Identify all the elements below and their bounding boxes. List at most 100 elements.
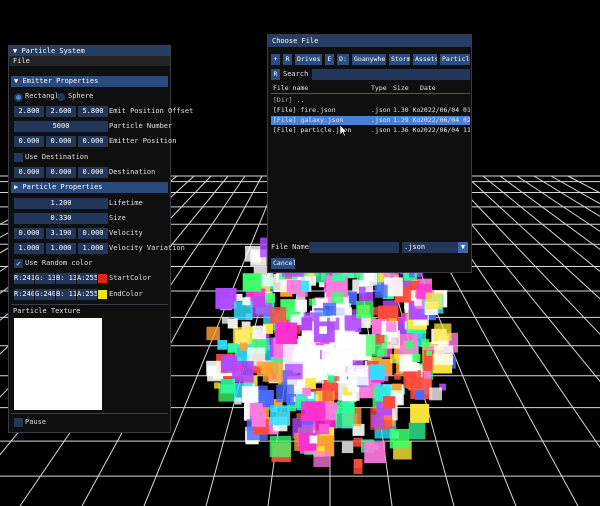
file-list-header: File name Type Size Date: [271, 84, 470, 94]
destination-x[interactable]: 0.000: [14, 167, 44, 178]
start-color-r[interactable]: R:241: [14, 273, 34, 284]
file-list: File name Type Size Date [Dir] .. [File]…: [269, 84, 470, 236]
emitter-position-y[interactable]: 0.000: [46, 136, 76, 147]
end-color-r[interactable]: R:240: [14, 289, 34, 300]
table-row[interactable]: [Dir] ..: [271, 96, 470, 105]
path-particlepro-button[interactable]: ParticlePro: [440, 54, 470, 65]
filter-value: .json: [404, 243, 426, 251]
path-storm-button[interactable]: Storm: [389, 54, 410, 65]
col-size[interactable]: Size: [393, 84, 409, 93]
use-destination-checkbox[interactable]: [14, 153, 23, 162]
destination-z[interactable]: 0.000: [78, 167, 108, 178]
particle-header-label: Particle Properties: [22, 183, 103, 191]
divider: [11, 304, 168, 305]
particle-number-input[interactable]: 5000: [14, 121, 108, 132]
col-date[interactable]: Date: [420, 84, 436, 93]
filter-select[interactable]: .json ▼: [402, 242, 468, 253]
use-random-color-checkbox[interactable]: ✔: [14, 259, 23, 268]
divider: [11, 413, 168, 414]
dialog-title[interactable]: Choose File: [268, 35, 471, 47]
search-reset-button[interactable]: R: [271, 69, 280, 80]
end-color-b[interactable]: B: 11: [56, 289, 76, 300]
particle-number-label: Particle Number: [109, 122, 173, 130]
choose-file-dialog: Choose File + R Drives E D: Goanywhere S…: [267, 34, 472, 273]
emitter-position-x[interactable]: 0.000: [14, 136, 44, 147]
velocity-variation-z[interactable]: 1.000: [78, 243, 108, 254]
path-add-button[interactable]: +: [271, 54, 280, 65]
file-size: 1.36 Ko: [393, 126, 421, 134]
path-assets-button[interactable]: Assets: [413, 54, 437, 65]
velocity-variation-label: Velocity Variation: [109, 244, 185, 252]
velocity-y[interactable]: 3.190: [46, 228, 76, 239]
velocity-variation-x[interactable]: 1.000: [14, 243, 44, 254]
radio-rectangle[interactable]: [14, 93, 23, 102]
size-label: Size: [109, 214, 126, 222]
col-file-name[interactable]: File name: [273, 84, 308, 93]
start-color-label: StartColor: [109, 274, 152, 282]
file-date: 2022/06/04 01:58: [420, 106, 470, 114]
file-name: [File] galaxy.json: [273, 116, 344, 124]
panel-title: Particle System: [21, 47, 85, 55]
lifetime-label: Lifetime: [109, 199, 143, 207]
file-type: .json: [371, 116, 391, 124]
use-destination-label: Use Destination: [25, 153, 89, 161]
table-row-selected[interactable]: [File] galaxy.json .json 1.29 Ko 2022/06…: [271, 116, 470, 125]
search-input[interactable]: [312, 69, 470, 80]
end-color-label: EndColor: [109, 290, 143, 298]
panel-title-bar[interactable]: ▼ Particle System: [9, 46, 170, 56]
destination-label: Destination: [109, 168, 156, 176]
velocity-variation-y[interactable]: 1.000: [46, 243, 76, 254]
end-color-g[interactable]: G:240: [35, 289, 55, 300]
emitter-properties-header[interactable]: ▼ Emitter Properties: [11, 76, 168, 87]
mouse-cursor-icon: [340, 125, 348, 137]
emit-offset-label: Emit Position Offset: [109, 107, 194, 115]
file-name: [Dir] ..: [273, 96, 305, 104]
file-type: .json: [371, 106, 391, 114]
file-size: 1.30 Ko: [393, 106, 421, 114]
use-random-color-label: Use Random color: [25, 259, 93, 267]
emit-offset-x[interactable]: 2.800: [14, 106, 44, 117]
path-drives-button[interactable]: Drives: [295, 54, 322, 65]
particle-texture-preview[interactable]: [14, 318, 102, 410]
particle-texture-label: Particle Texture: [13, 307, 81, 315]
file-size: 1.29 Ko: [393, 116, 421, 124]
lifetime-input[interactable]: 1.200: [14, 198, 108, 209]
radio-sphere[interactable]: [57, 93, 65, 101]
velocity-z[interactable]: 0.000: [78, 228, 108, 239]
table-row[interactable]: [File] particle.json .json 1.36 Ko 2022/…: [271, 126, 470, 135]
pause-checkbox[interactable]: [14, 418, 23, 427]
destination-y[interactable]: 0.000: [46, 167, 76, 178]
col-type[interactable]: Type: [371, 84, 387, 93]
emit-offset-y[interactable]: 2.600: [46, 106, 76, 117]
path-goanywhere-button[interactable]: Goanywhere: [352, 54, 386, 65]
file-date: 2022/06/04 02:00: [420, 116, 470, 124]
menu-file[interactable]: File: [9, 56, 170, 66]
path-bar: + R Drives E D: Goanywhere Storm Assets …: [271, 54, 470, 65]
velocity-x[interactable]: 0.000: [14, 228, 44, 239]
file-type: .json: [371, 126, 391, 134]
path-d-button[interactable]: D:: [337, 54, 349, 65]
emit-offset-z[interactable]: 5.800: [78, 106, 108, 117]
chevron-down-icon: ▼: [458, 242, 468, 253]
emitter-position-label: Emitter Position: [109, 137, 177, 145]
end-color-swatch[interactable]: [98, 290, 107, 299]
end-color-a[interactable]: A:255: [77, 289, 97, 300]
path-reset-button[interactable]: R: [283, 54, 292, 65]
particle-system-panel: ▼ Particle System File ▼ Emitter Propert…: [8, 45, 193, 433]
file-name: [File] fire.json: [273, 106, 336, 114]
start-color-g[interactable]: G: 13: [35, 273, 55, 284]
start-color-swatch[interactable]: [98, 274, 107, 283]
table-row[interactable]: [File] fire.json .json 1.30 Ko 2022/06/0…: [271, 106, 470, 115]
particle-properties-header[interactable]: ▶ Particle Properties: [11, 182, 168, 193]
filename-input[interactable]: [309, 242, 399, 253]
emitter-position-z[interactable]: 0.000: [78, 136, 108, 147]
radio-sphere-label: Sphere: [68, 92, 94, 100]
pause-label: Pause: [25, 418, 47, 426]
cancel-button[interactable]: Cancel: [271, 258, 295, 269]
file-date: 2022/06/04 11:17: [420, 126, 470, 134]
path-e-button[interactable]: E: [325, 54, 334, 65]
start-color-b[interactable]: B: 13: [56, 273, 76, 284]
start-color-a[interactable]: A:255: [77, 273, 97, 284]
velocity-label: Velocity: [109, 229, 143, 237]
size-input[interactable]: 0.330: [14, 213, 108, 224]
